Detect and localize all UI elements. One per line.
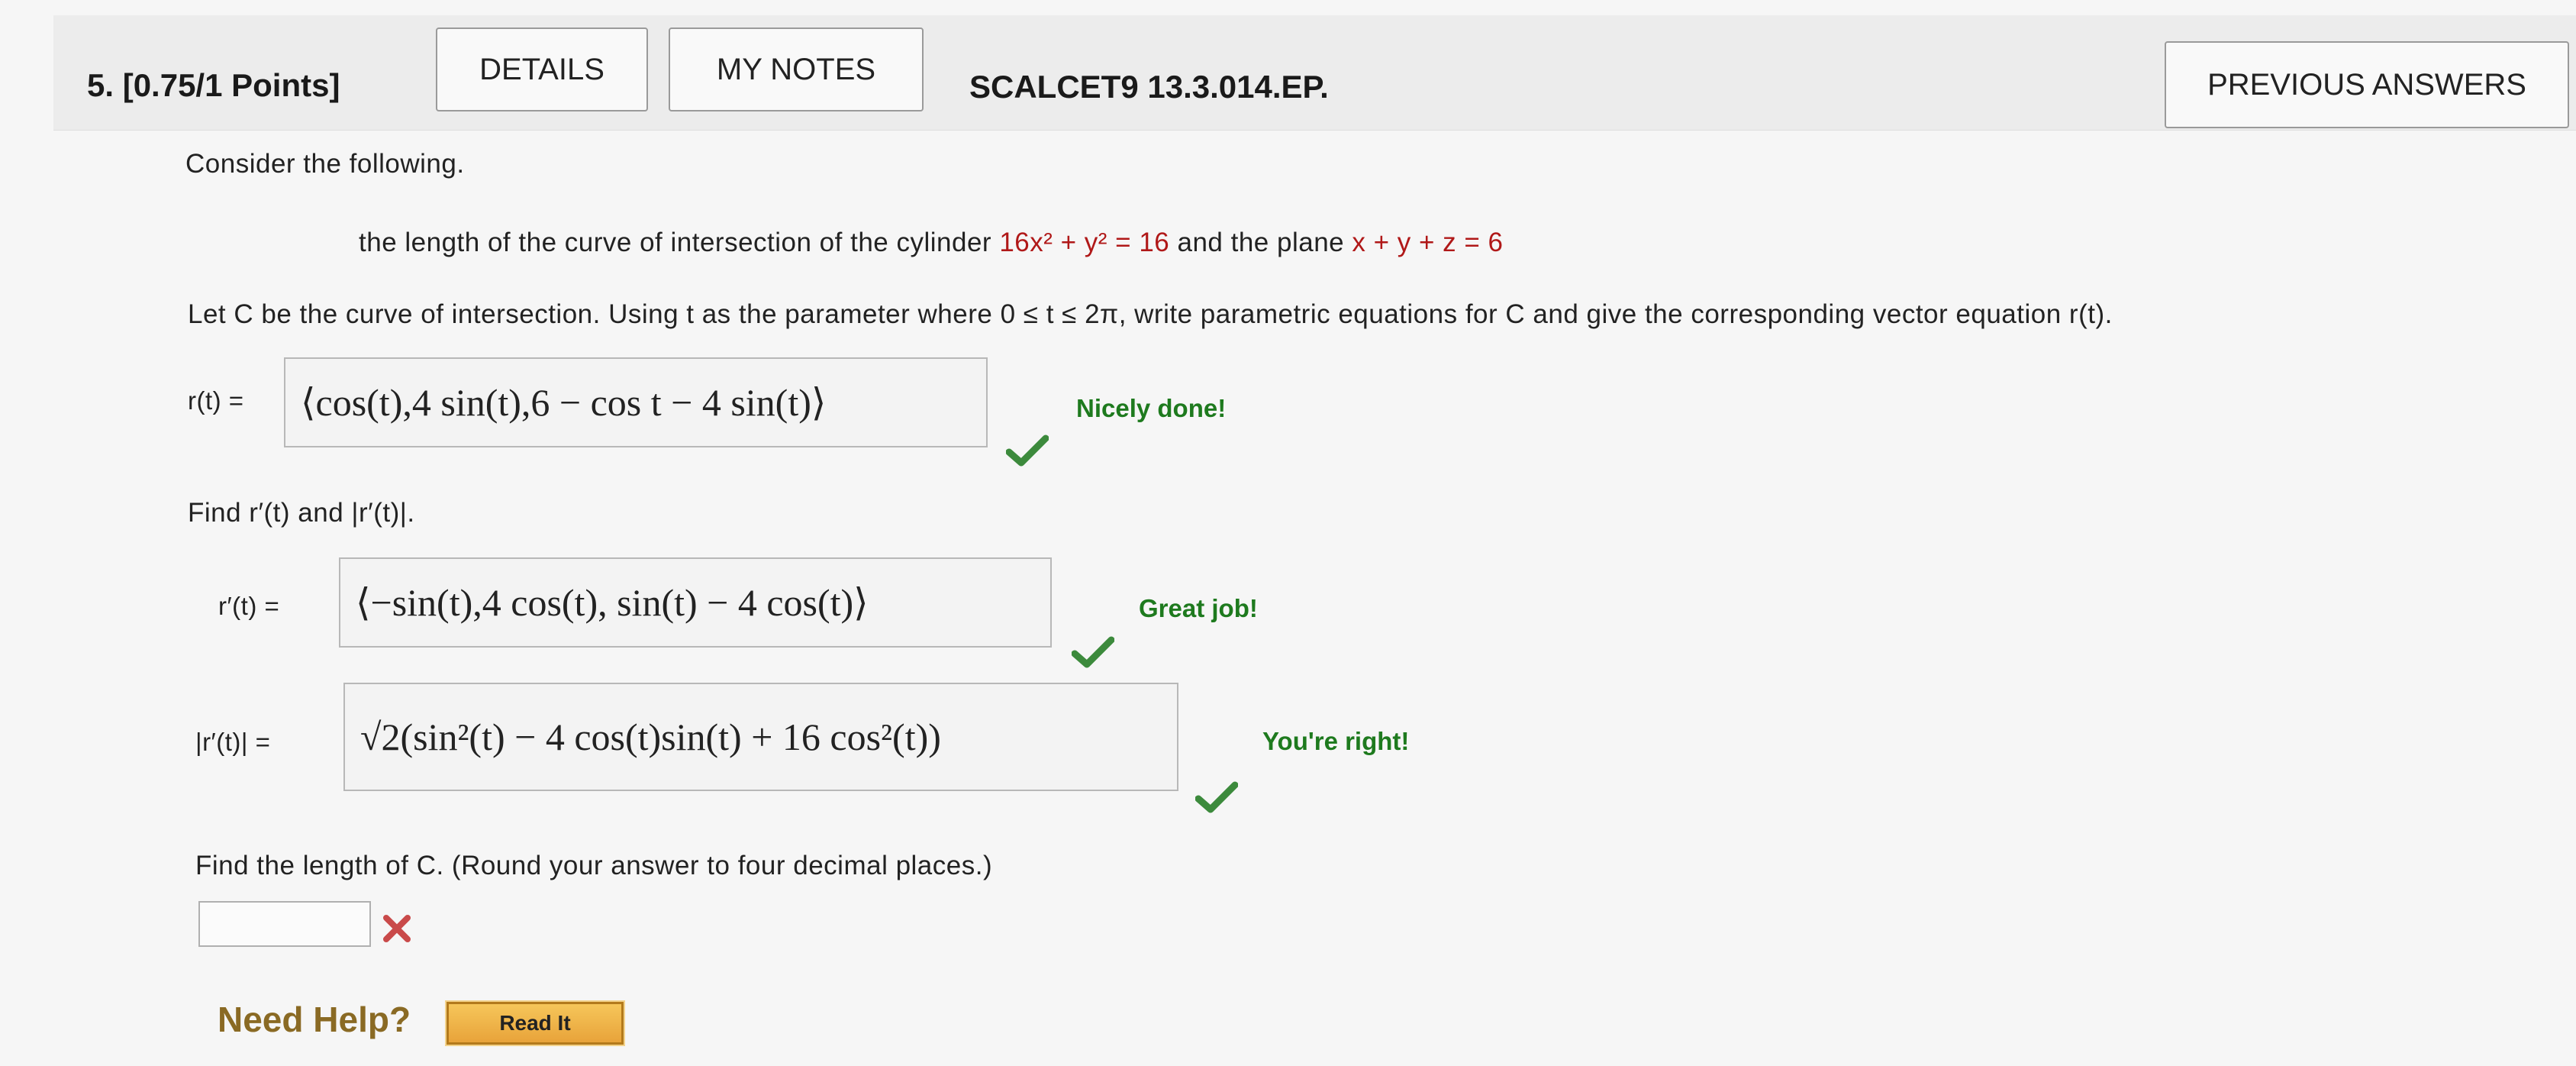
cylinder-equation: 16x² + y² = 16 [999, 228, 1170, 257]
rprime-answer-field[interactable]: ⟨−sin(t),4 cos(t), sin(t) − 4 cos(t)⟩ [339, 557, 1052, 648]
statement-prefix: the length of the curve of intersection … [359, 228, 1000, 257]
rprime-magnitude-field[interactable]: √2(sin²(t) − 4 cos(t)sin(t) + 16 cos²(t)… [343, 683, 1178, 791]
intro-text: Consider the following. [185, 149, 465, 179]
r-feedback: Nicely done! [1076, 394, 1227, 422]
read-it-button[interactable]: Read It [445, 1000, 625, 1046]
x-icon [383, 915, 411, 942]
question-body: Consider the following. the length of th… [0, 0, 2576, 1066]
check-icon [1006, 434, 1049, 467]
statement-mid: and the plane [1169, 228, 1352, 257]
rprime-mag-label: |r′(t)| = [195, 728, 271, 756]
plane-equation: x + y + z = 6 [1352, 228, 1504, 257]
rprime-feedback: Great job! [1139, 594, 1258, 622]
length-input[interactable] [198, 901, 371, 947]
r-label: r(t) = [188, 386, 244, 415]
find-length-text: Find the length of C. (Round your answer… [195, 851, 993, 880]
find-derivative-text: Find r′(t) and |r′(t)|. [188, 498, 415, 528]
rprime-mag-feedback: You're right! [1262, 727, 1410, 755]
r-answer-field[interactable]: ⟨cos(t),4 sin(t),6 − cos t − 4 sin(t)⟩ [284, 357, 988, 447]
need-help-label: Need Help? [218, 1000, 411, 1039]
check-icon [1195, 781, 1238, 813]
instruction-text: Let C be the curve of intersection. Usin… [188, 299, 2113, 329]
problem-statement: the length of the curve of intersection … [359, 228, 1504, 258]
check-icon [1072, 636, 1114, 668]
rprime-label: r′(t) = [218, 592, 280, 620]
